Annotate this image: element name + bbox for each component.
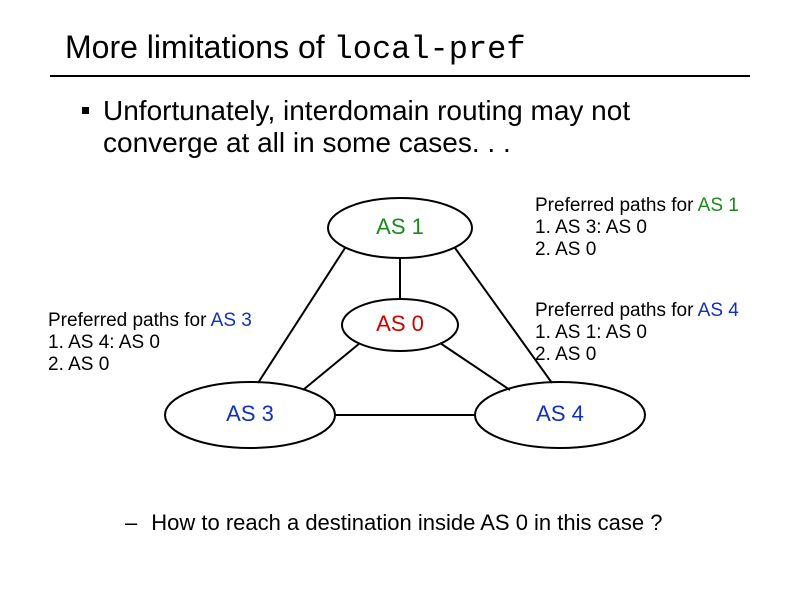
pp-as1-heading-as: AS 1 (698, 195, 739, 216)
pp-as1-line1: 1. AS 3: AS 0 (535, 217, 785, 239)
pp-as4-line2: 2. AS 0 (535, 344, 785, 366)
preferred-paths-as1: Preferred paths for AS 1 1. AS 3: AS 0 2… (535, 195, 785, 261)
pp-as3-heading-pre: Preferred paths for (48, 310, 211, 331)
pp-as3-line1: 1. AS 4: AS 0 (48, 332, 298, 354)
network-diagram (0, 0, 794, 595)
pp-as1-heading-pre: Preferred paths for (535, 195, 698, 216)
pp-as4-line1: 1. AS 1: AS 0 (535, 322, 785, 344)
slide: More limitations of local-pref Unfortuna… (0, 0, 794, 595)
sub-bullet-text: How to reach a destination inside AS 0 i… (151, 510, 662, 536)
pp-as3-line2: 2. AS 0 (48, 354, 298, 376)
pp-as4-heading: Preferred paths for AS 4 (535, 300, 785, 322)
pp-as4-heading-as: AS 4 (698, 300, 739, 321)
preferred-paths-as3: Preferred paths for AS 3 1. AS 4: AS 0 2… (48, 310, 298, 376)
pp-as1-line2: 2. AS 0 (535, 239, 785, 261)
pp-as3-heading: Preferred paths for AS 3 (48, 310, 298, 332)
dash-icon: – (125, 510, 137, 536)
preferred-paths-as4: Preferred paths for AS 4 1. AS 1: AS 0 2… (535, 300, 785, 366)
pp-as3-heading-as: AS 3 (211, 310, 252, 331)
sub-bullet: – How to reach a destination inside AS 0… (125, 510, 765, 536)
pp-as1-heading: Preferred paths for AS 1 (535, 195, 785, 217)
pp-as4-heading-pre: Preferred paths for (535, 300, 698, 321)
